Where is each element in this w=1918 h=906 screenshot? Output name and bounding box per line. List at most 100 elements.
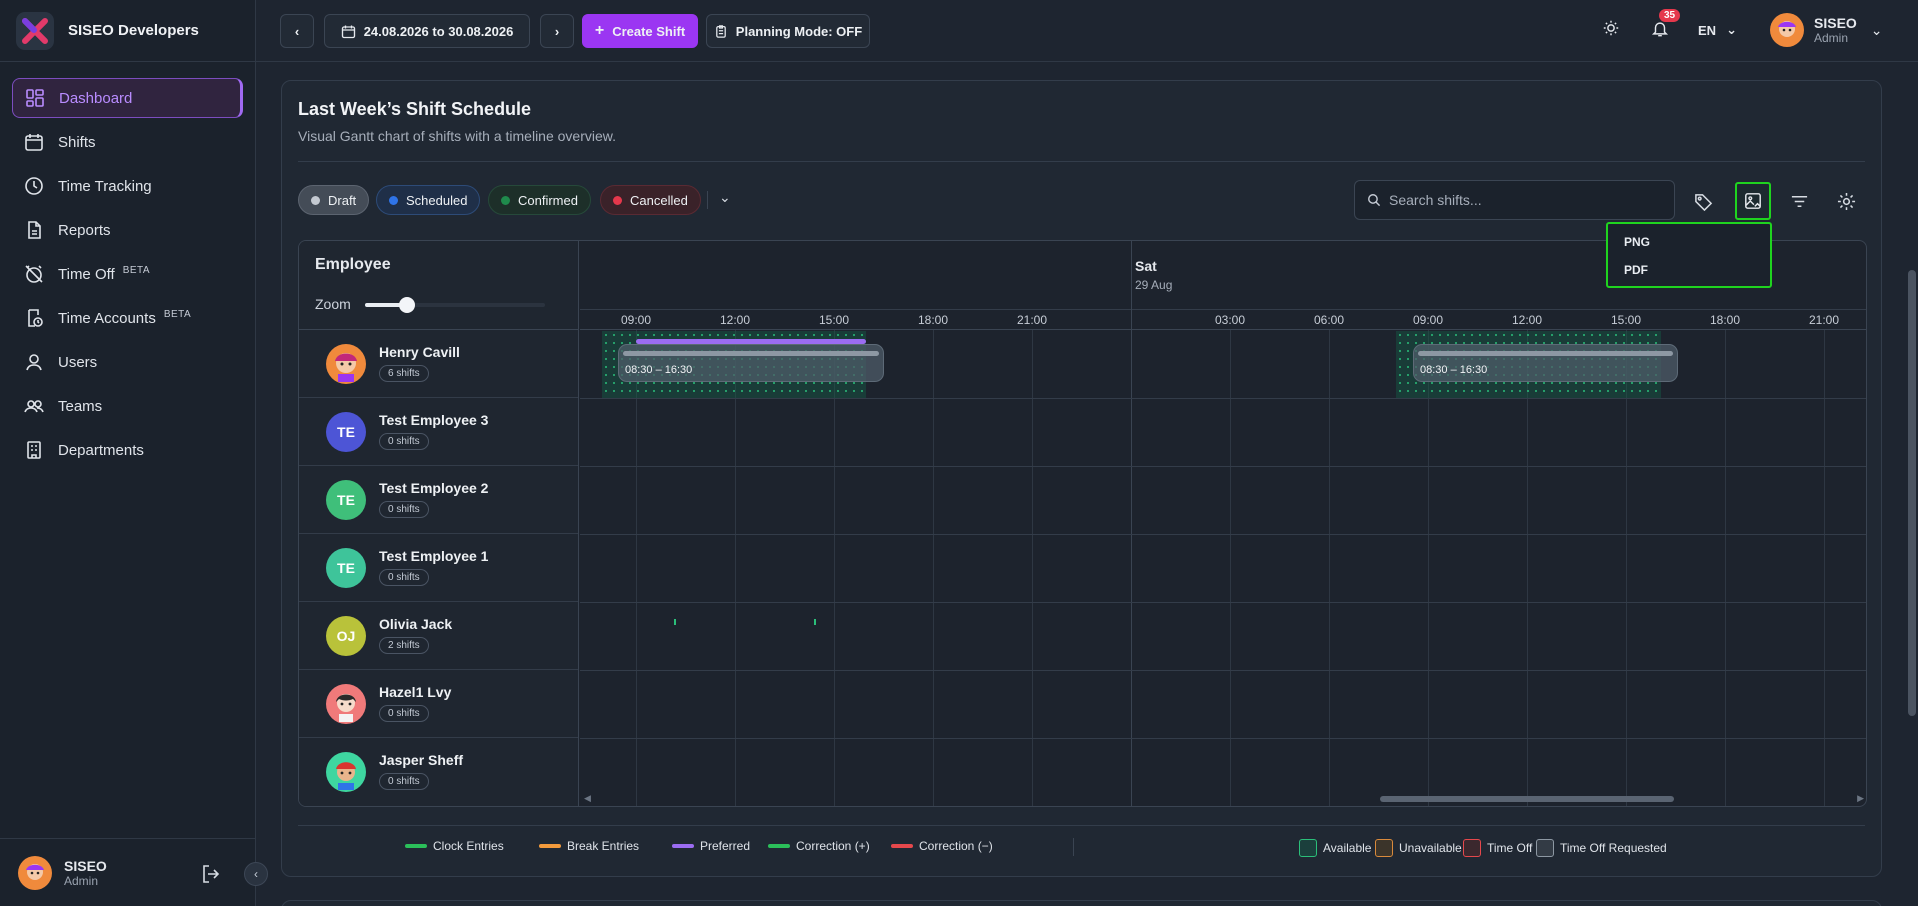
tag-icon[interactable] — [1687, 185, 1719, 217]
row-line — [580, 534, 1866, 535]
employee-row[interactable]: Hazel1 Lvy 0 shifts — [299, 670, 578, 738]
legend-line-icon — [768, 844, 790, 848]
avatar: OJ — [326, 616, 366, 656]
notifications-bell-icon[interactable]: 35 — [1651, 9, 1681, 43]
page-vertical-scrollbar[interactable] — [1908, 270, 1916, 716]
sidebar-item-shifts[interactable]: Shifts — [12, 122, 243, 162]
search-box[interactable] — [1354, 180, 1675, 220]
scroll-right-icon[interactable]: ▶ — [1857, 793, 1864, 804]
shift-block[interactable]: 08:30 – 16:30 — [1413, 344, 1678, 382]
employee-row[interactable]: TE Test Employee 3 0 shifts — [299, 398, 578, 466]
sidebar-user[interactable]: SISEO Admin — [0, 838, 255, 906]
divider — [1073, 838, 1074, 856]
shift-block[interactable]: 08:30 – 16:30 — [618, 344, 884, 382]
export-pdf-option[interactable]: PDF — [1624, 259, 1770, 287]
horizontal-scrollbar[interactable] — [1380, 796, 1674, 802]
sidebar-item-teams[interactable]: Teams — [12, 386, 243, 426]
employee-name: Test Employee 2 — [379, 480, 489, 496]
legend-item: Time Off — [1463, 839, 1532, 857]
grid-line — [735, 330, 736, 806]
day-label: Sat — [1135, 258, 1157, 274]
shift-count-badge: 0 shifts — [379, 773, 429, 790]
employee-row[interactable]: Jasper Sheff 0 shifts — [299, 738, 578, 806]
shift-schedule-card: Last Week’s Shift Schedule Visual Gantt … — [281, 80, 1882, 877]
clock-entry-marker — [814, 619, 816, 625]
shift-progress-bar — [623, 351, 879, 356]
filter-chip-label: Cancelled — [630, 192, 688, 208]
sidebar-item-users[interactable]: Users — [12, 342, 243, 382]
legend-line-icon — [672, 844, 694, 848]
sidebar-item-departments[interactable]: Departments — [12, 430, 243, 470]
scroll-left-icon[interactable]: ◀ — [584, 793, 591, 804]
employee-name: Olivia Jack — [379, 616, 453, 632]
beta-badge: BETA — [163, 308, 192, 320]
prev-week-button[interactable]: ‹ — [280, 14, 314, 48]
filter-lines-icon[interactable] — [1783, 185, 1815, 217]
sidebar-item-label: Departments — [58, 441, 144, 459]
filter-chip-confirmed[interactable]: Confirmed — [488, 185, 591, 215]
employee-row[interactable]: Henry Cavill 6 shifts — [299, 330, 578, 398]
chevron-down-icon: ⌄ — [1870, 21, 1883, 38]
export-image-button[interactable] — [1735, 182, 1771, 220]
beta-badge: BETA — [122, 264, 151, 276]
planning-mode-label: Planning Mode: OFF — [735, 23, 863, 39]
available-swatch-icon — [1299, 839, 1317, 857]
next-week-button[interactable]: › — [540, 14, 574, 48]
search-input[interactable] — [1389, 192, 1649, 208]
date-range-picker[interactable]: 24.08.2026 to 30.08.2026 — [324, 14, 530, 48]
grid-line — [1527, 330, 1528, 806]
sidebar-item-time-off[interactable]: Time Off BETA — [12, 254, 243, 294]
alarm-off-icon — [25, 265, 43, 283]
shift-time-label: 08:30 – 16:30 — [625, 364, 693, 376]
theme-toggle-sun-icon[interactable] — [1602, 19, 1620, 42]
sidebar-item-dashboard[interactable]: Dashboard — [12, 78, 243, 118]
filter-expand-chevron-down-icon[interactable]: ⌄ — [719, 189, 731, 206]
export-png-option[interactable]: PNG — [1624, 231, 1770, 259]
date-range-label: 24.08.2026 to 30.08.2026 — [363, 23, 514, 39]
filter-chip-draft[interactable]: Draft — [298, 185, 370, 215]
avatar — [1770, 13, 1804, 47]
create-shift-button[interactable]: + Create Shift — [582, 14, 698, 48]
user-menu[interactable]: SISEO Admin ⌄ — [1770, 13, 1883, 47]
employee-row[interactable]: TE Test Employee 1 0 shifts — [299, 534, 578, 602]
legend-label: Time Off Requested — [1560, 841, 1667, 855]
employee-header-title: Employee — [315, 256, 391, 273]
calendar-icon — [25, 134, 43, 151]
sidebar-item-time-tracking[interactable]: Time Tracking — [12, 166, 243, 206]
time-account-icon — [28, 309, 43, 327]
avatar: TE — [326, 412, 366, 452]
zoom-slider-handle[interactable] — [399, 297, 415, 313]
sidebar-item-label: Time Tracking — [58, 177, 152, 195]
status-dot-icon — [389, 195, 398, 205]
grid-line — [636, 330, 637, 806]
shift-count-badge: 6 shifts — [379, 365, 429, 382]
filter-chip-cancelled[interactable]: Cancelled — [600, 185, 701, 215]
employee-row[interactable]: TE Test Employee 2 0 shifts — [299, 466, 578, 534]
row-line — [580, 398, 1866, 399]
avatar: TE — [326, 480, 366, 520]
sidebar-item-time-accounts[interactable]: Time Accounts BETA — [12, 298, 243, 338]
settings-gear-icon[interactable] — [1830, 185, 1862, 217]
language-select[interactable]: EN ⌄ — [1698, 22, 1737, 38]
sidebar-user-name: SISEO — [64, 857, 107, 874]
user-role: Admin — [1814, 31, 1849, 45]
employee-row[interactable]: OJ Olivia Jack 2 shifts — [299, 602, 578, 670]
logout-icon[interactable] — [200, 863, 222, 890]
status-dot-icon — [613, 195, 622, 205]
day-divider — [1131, 241, 1132, 806]
filter-chip-label: Scheduled — [406, 192, 468, 208]
sidebar-collapse-button[interactable]: ‹ — [244, 862, 268, 886]
gantt-legend: Clock Entries Break Entries Preferred Co… — [298, 825, 1865, 865]
clock-icon — [25, 177, 43, 195]
planning-mode-toggle[interactable]: Planning Mode: OFF — [706, 14, 870, 48]
notifications-badge: 35 — [1659, 9, 1681, 22]
legend-item: Preferred — [672, 839, 750, 853]
zoom-slider[interactable] — [365, 297, 545, 313]
filter-chip-scheduled[interactable]: Scheduled — [376, 185, 481, 215]
legend-item: Available — [1299, 839, 1371, 857]
grid-line — [933, 330, 934, 806]
report-icon — [28, 221, 41, 239]
hour-tick: 06:00 — [1313, 313, 1345, 327]
sidebar-item-reports[interactable]: Reports — [12, 210, 243, 250]
brand-logo-icon[interactable] — [16, 11, 54, 50]
